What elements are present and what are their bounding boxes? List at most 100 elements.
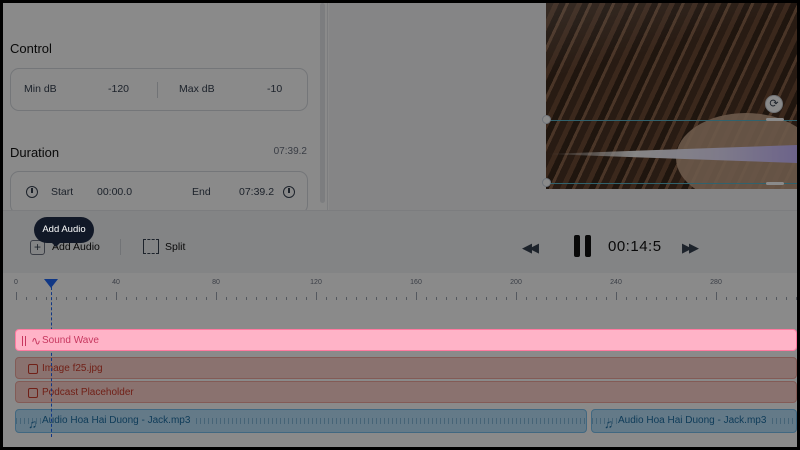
ruler-tick <box>786 297 787 300</box>
ruler-tick <box>746 297 747 300</box>
ruler-tick <box>186 297 187 300</box>
ruler-label: 120 <box>310 279 322 286</box>
ruler-tick <box>686 297 687 300</box>
ruler-tick <box>406 297 407 300</box>
tooltip: Add Audio <box>34 217 94 247</box>
timeline-ruler[interactable] <box>3 290 797 300</box>
selection-top-edge <box>546 120 797 121</box>
start-label: Start <box>51 186 74 198</box>
ruler-label: 240 <box>610 279 622 286</box>
track-podcast[interactable]: Podcast Placeholder <box>15 381 797 403</box>
track-image[interactable]: Image f25.jpg <box>15 357 797 379</box>
resize-grip[interactable] <box>766 118 784 121</box>
ruler-tick <box>486 297 487 300</box>
ruler-tick <box>126 297 127 300</box>
ruler-tick <box>556 297 557 300</box>
end-label: End <box>192 186 211 198</box>
ruler-tick <box>426 297 427 300</box>
toolbar: + Add Audio Split ◀◀ 00:14:5 ▶▶ <box>3 210 797 273</box>
video-preview[interactable] <box>546 3 797 189</box>
resize-handle[interactable] <box>542 178 551 187</box>
duration-card: Start 00:00.0 End 07:39.2 <box>10 171 308 214</box>
ruler-tick <box>696 297 697 300</box>
toolbar-divider <box>120 239 121 255</box>
min-db-label: Min dB <box>24 83 57 95</box>
ruler-tick <box>236 297 237 300</box>
ruler-tick <box>446 297 447 300</box>
ruler-tick <box>316 292 317 300</box>
ruler-tick <box>496 297 497 300</box>
ruler-tick <box>536 297 537 300</box>
timeline: 0 40 80 120 160 200 240 280 ∿ Sound Wave… <box>3 273 797 447</box>
ruler-tick <box>76 297 77 300</box>
ruler-tick <box>16 292 17 300</box>
settings-scrollbar[interactable] <box>320 3 325 203</box>
ruler-label: 0 <box>14 279 18 286</box>
ruler-tick <box>676 297 677 300</box>
ruler-tick <box>666 297 667 300</box>
music-note-icon: ♫ <box>604 417 613 431</box>
ruler-tick <box>586 297 587 300</box>
pause-icon[interactable] <box>574 235 592 257</box>
playhead-line <box>51 287 52 437</box>
ruler-tick <box>716 292 717 300</box>
resize-handle[interactable] <box>542 115 551 124</box>
duration-title: Duration <box>10 145 60 160</box>
ruler-tick <box>136 297 137 300</box>
ruler-tick <box>156 297 157 300</box>
ruler-tick <box>266 297 267 300</box>
track-sound-wave[interactable]: ∿ Sound Wave <box>15 329 797 351</box>
ruler-tick <box>66 297 67 300</box>
split-icon[interactable] <box>143 239 159 254</box>
ruler-label: 40 <box>112 279 120 286</box>
ruler-tick <box>356 297 357 300</box>
ruler-tick <box>286 297 287 300</box>
start-value[interactable]: 00:00.0 <box>97 186 132 198</box>
ruler-tick <box>86 297 87 300</box>
ruler-tick <box>216 292 217 300</box>
resize-grip[interactable] <box>766 182 784 185</box>
ruler-label: 160 <box>410 279 422 286</box>
ruler-tick <box>116 292 117 300</box>
end-value[interactable]: 07:39.2 <box>239 186 274 198</box>
track-audio-clip-1[interactable]: ♫ Audio Hoa Hai Duong - Jack.mp3 <box>15 409 587 433</box>
playhead-marker[interactable] <box>44 279 58 288</box>
fast-forward-icon[interactable]: ▶▶ <box>682 240 699 256</box>
ruler-tick <box>736 297 737 300</box>
drag-handle-icon[interactable] <box>22 336 26 346</box>
current-time: 00:14:5 <box>608 238 662 255</box>
ruler-tick <box>396 297 397 300</box>
ruler-tick <box>636 297 637 300</box>
ruler-tick <box>96 297 97 300</box>
rotate-icon[interactable]: ⟳ <box>765 95 783 113</box>
ruler-label: 280 <box>710 279 722 286</box>
track-audio-clip-2[interactable]: ♫ Audio Hoa Hai Duong - Jack.mp3 <box>591 409 797 433</box>
ruler-tick <box>706 297 707 300</box>
ruler-tick <box>46 297 47 300</box>
ruler-tick <box>206 297 207 300</box>
ruler-tick <box>756 297 757 300</box>
ruler-tick <box>476 297 477 300</box>
ruler-tick <box>166 297 167 300</box>
divider <box>157 82 158 98</box>
min-db-value[interactable]: -120 <box>108 83 129 95</box>
ruler-tick <box>596 297 597 300</box>
ruler-tick <box>146 297 147 300</box>
ruler-tick <box>726 297 727 300</box>
ruler-tick <box>466 297 467 300</box>
ruler-tick <box>516 292 517 300</box>
split-button[interactable]: Split <box>165 241 185 253</box>
ruler-tick <box>326 297 327 300</box>
track-label: Podcast Placeholder <box>42 387 134 398</box>
clock-icon <box>283 186 295 198</box>
settings-panel: Control Min dB -120 Max dB -10 Duration … <box>3 3 328 214</box>
rewind-icon[interactable]: ◀◀ <box>522 240 539 256</box>
selection-bottom-edge <box>546 183 797 184</box>
ruler-tick <box>456 297 457 300</box>
max-db-value[interactable]: -10 <box>267 83 282 95</box>
track-label: Sound Wave <box>42 335 99 346</box>
control-title: Control <box>10 41 52 56</box>
image-icon <box>28 388 38 398</box>
control-card: Min dB -120 Max dB -10 <box>10 68 308 111</box>
editor-window: Control Min dB -120 Max dB -10 Duration … <box>3 3 797 447</box>
